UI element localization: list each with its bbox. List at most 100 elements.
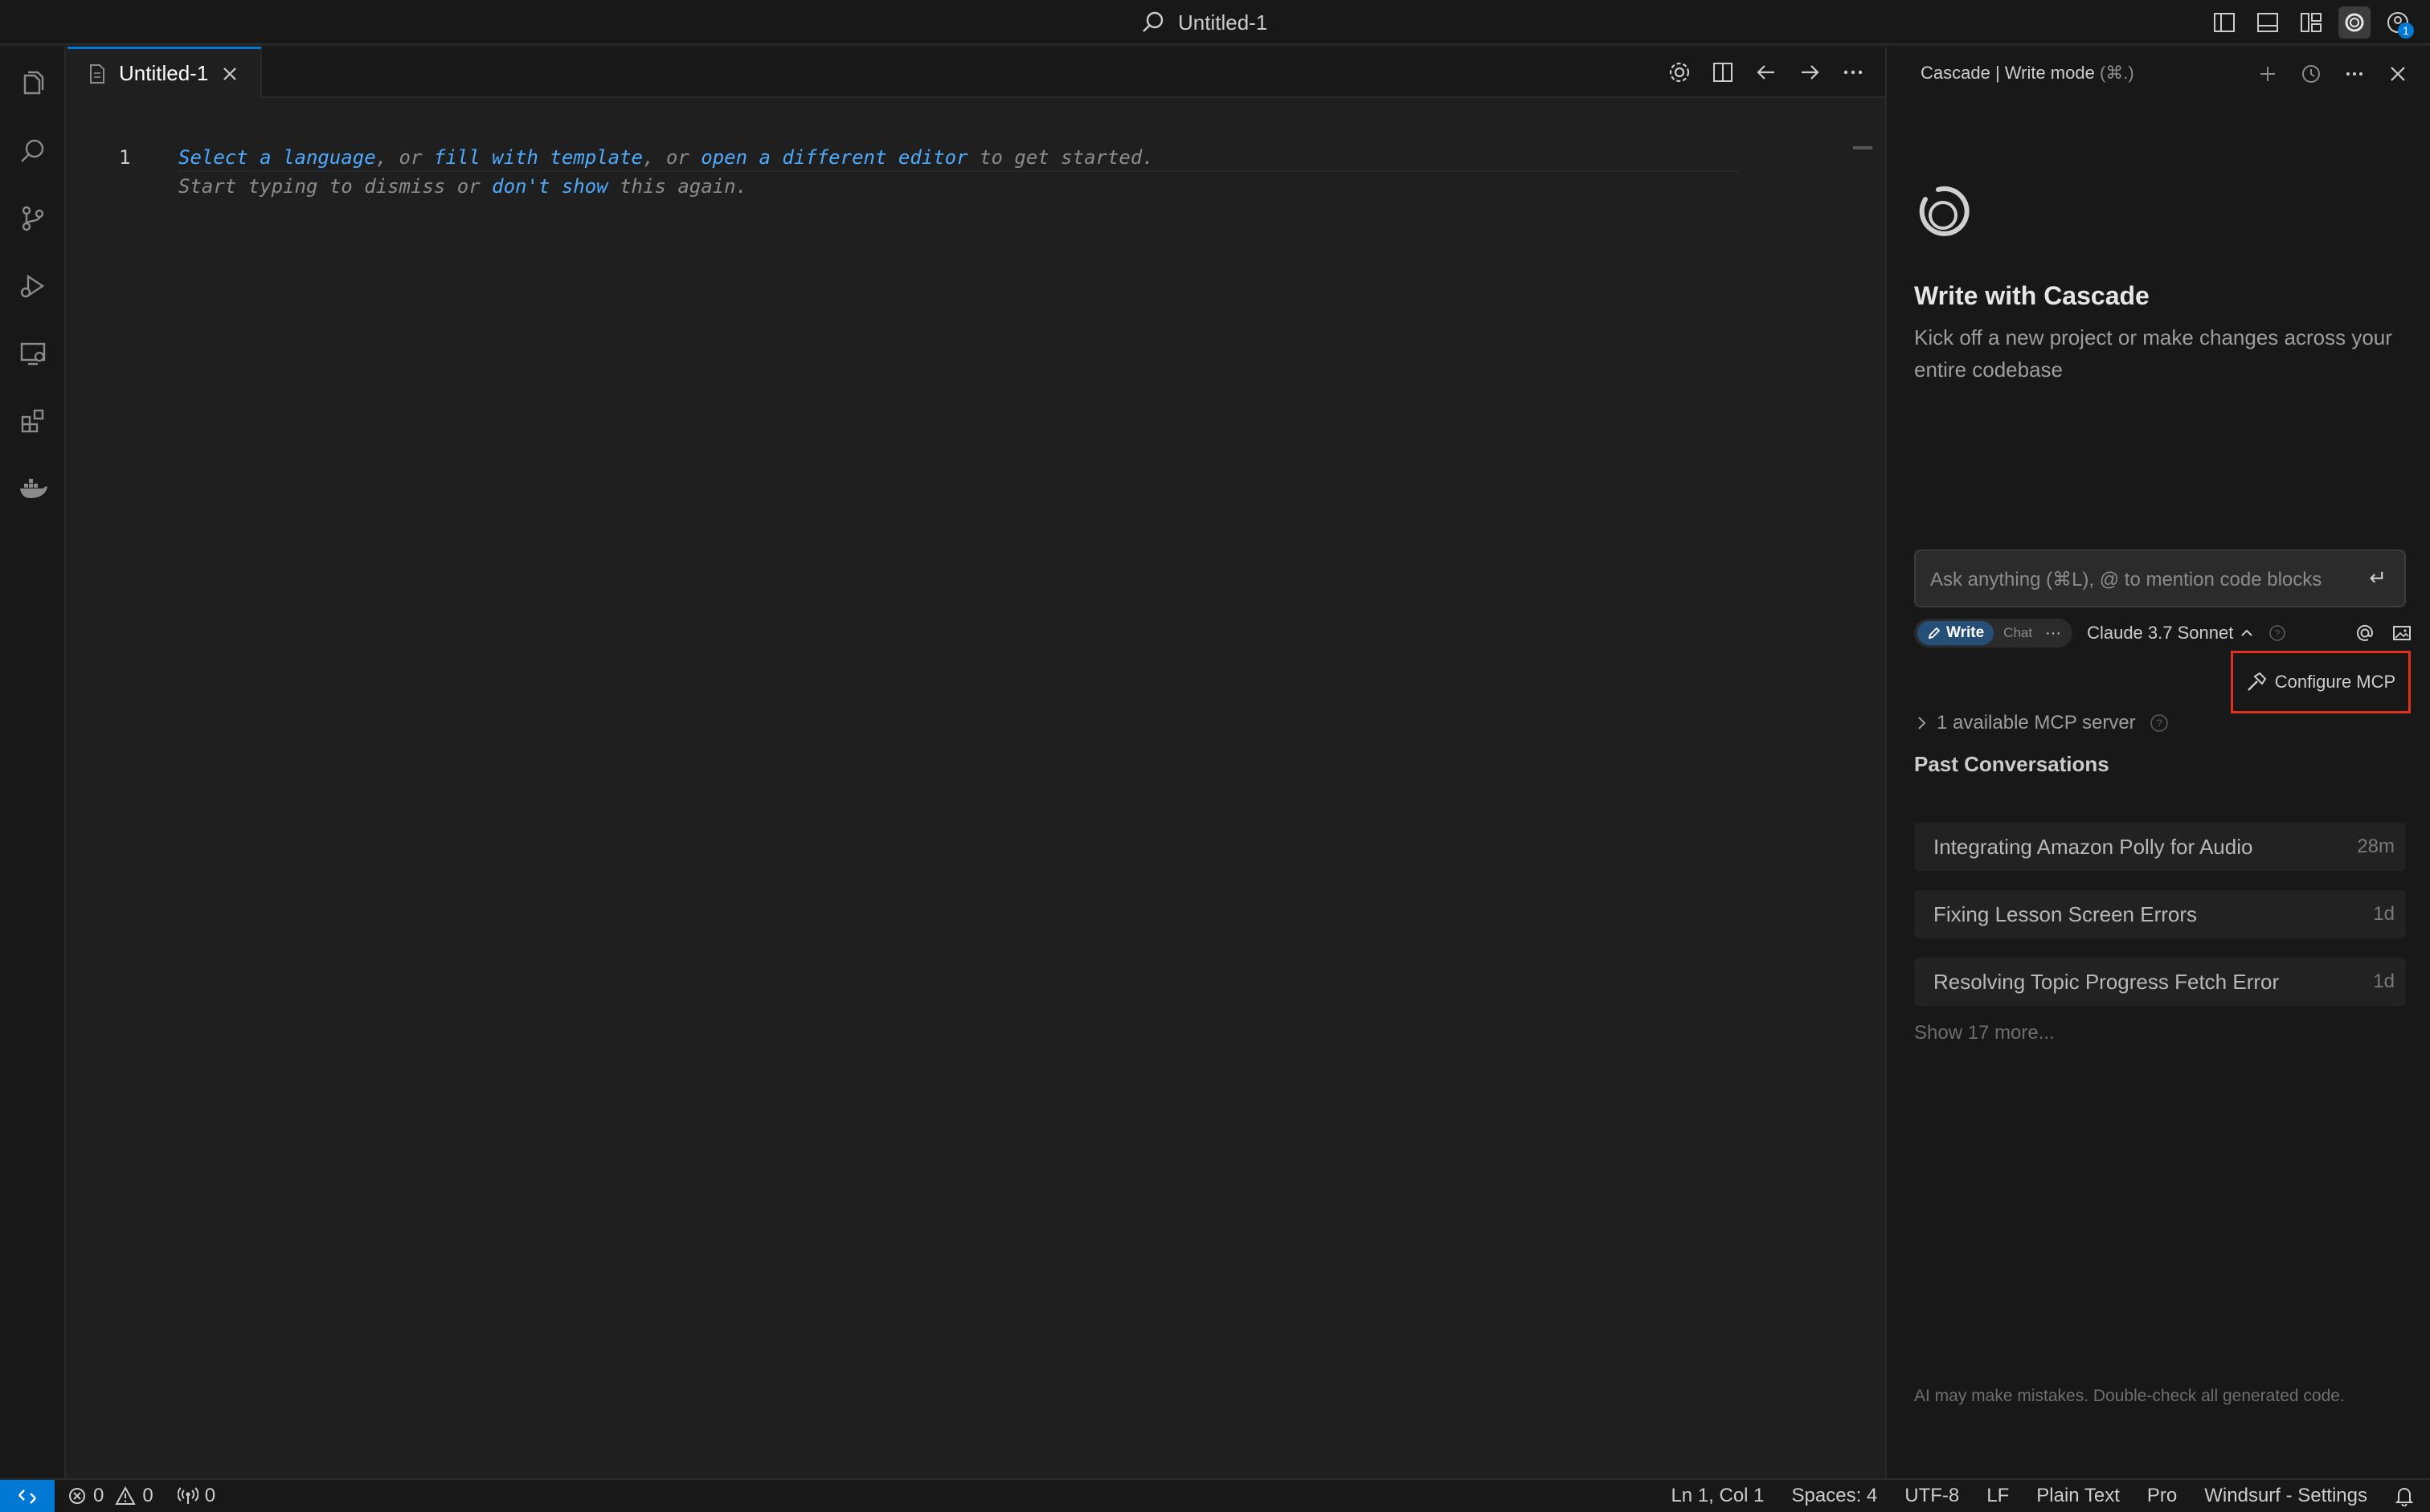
remote-explorer-icon[interactable] — [17, 337, 49, 370]
conversation-item[interactable]: Resolving Topic Progress Fetch Error 1d — [1914, 958, 2406, 1006]
settings-gear-icon[interactable] — [1663, 56, 1696, 88]
conversation-title: Integrating Amazon Polly for Audio — [1933, 834, 2253, 859]
title-bar: Untitled-1 1 — [0, 0, 2430, 45]
arrow-right-icon[interactable] — [1794, 56, 1826, 88]
editor-area: Untitled-1 1 Select a language, or fill — [68, 47, 1885, 1478]
hint-text: , or — [375, 146, 434, 169]
plan-indicator[interactable]: Pro — [2147, 1485, 2177, 1507]
history-icon[interactable] — [2295, 58, 2327, 90]
cascade-toggle-icon[interactable] — [2338, 6, 2371, 39]
error-count: 0 — [93, 1485, 104, 1506]
conversation-title: Fixing Lesson Screen Errors — [1933, 901, 2198, 926]
svg-text:?: ? — [2156, 717, 2162, 729]
activity-bar — [0, 47, 66, 1478]
conversation-item[interactable]: Integrating Amazon Polly for Audio 28m — [1914, 823, 2406, 871]
configure-mcp-button[interactable]: Configure MCP — [2231, 651, 2411, 713]
panel-header: Cascade | Write mode (⌘.) — [1921, 63, 2134, 84]
conversation-age: 28m — [2357, 836, 2395, 857]
ask-input[interactable] — [1930, 566, 2348, 595]
error-icon — [69, 1488, 85, 1504]
extensions-icon[interactable] — [17, 405, 49, 437]
new-conversation-icon[interactable] — [2252, 58, 2284, 90]
docker-icon[interactable] — [17, 472, 49, 505]
tab-untitled-1[interactable]: Untitled-1 — [68, 47, 262, 98]
configure-mcp-label: Configure MCP — [2274, 672, 2396, 692]
run-debug-icon[interactable] — [17, 270, 49, 302]
show-more-link[interactable]: Show 17 more... — [1914, 1022, 2055, 1044]
search-icon — [1143, 11, 1164, 32]
ask-box: ↵ — [1914, 550, 2406, 607]
select-language-link[interactable]: Select a language — [178, 146, 376, 169]
cursor-position[interactable]: Ln 1, Col 1 — [1671, 1485, 1764, 1507]
window-title: Untitled-1 — [1178, 10, 1268, 35]
bell-icon[interactable] — [2395, 1485, 2414, 1506]
submit-enter-icon[interactable]: ↵ — [2369, 566, 2387, 590]
file-icon — [90, 63, 104, 84]
hero-title: Write with Cascade — [1914, 281, 2150, 310]
tab-bar: Untitled-1 — [68, 47, 1885, 98]
toggle-primary-sidebar-icon[interactable] — [2208, 6, 2240, 39]
mention-at-icon[interactable] — [2354, 623, 2375, 644]
language-mode[interactable]: Plain Text — [2036, 1485, 2120, 1507]
current-line-highlight — [178, 170, 1737, 172]
panel-shortcut: (⌘.) — [2099, 63, 2134, 83]
image-upload-icon[interactable] — [2391, 623, 2412, 644]
end-of-line[interactable]: LF — [1986, 1485, 2009, 1507]
close-panel-icon[interactable] — [2382, 58, 2414, 90]
minimap-indicator — [1853, 146, 1872, 149]
svg-text:?: ? — [2275, 628, 2281, 640]
broadcast-icon — [177, 1487, 198, 1504]
mode-more-icon[interactable]: ··· — [2042, 624, 2069, 643]
mcp-server-row[interactable]: 1 available MCP server ? — [1914, 712, 2170, 734]
more-options-icon[interactable] — [2338, 58, 2371, 90]
help-icon[interactable]: ? — [2149, 713, 2170, 734]
hammer-icon — [2247, 672, 2267, 691]
hint-text: , or — [642, 146, 702, 169]
write-mode-button[interactable]: Write — [1917, 621, 1994, 645]
warning-icon — [115, 1486, 137, 1505]
past-conversations-title: Past Conversations — [1914, 752, 2109, 776]
write-mode-label: Write — [1946, 624, 1985, 641]
more-actions-icon[interactable] — [1837, 56, 1869, 88]
explorer-icon[interactable] — [17, 67, 49, 100]
warning-count: 0 — [142, 1485, 153, 1506]
search-icon[interactable] — [17, 135, 49, 167]
mcp-available-label: 1 available MCP server — [1937, 712, 2136, 734]
remote-indicator-icon[interactable] — [0, 1480, 55, 1512]
hero-subtitle: Kick off a new project or make changes a… — [1914, 325, 2392, 382]
cascade-panel: Cascade | Write mode (⌘.) Write with Cas… — [1885, 47, 2430, 1478]
hint-text: to get started. — [968, 146, 1154, 169]
empty-editor-hint-line-1: Select a language, or fill with template… — [178, 146, 1154, 169]
fill-template-link[interactable]: fill with template — [434, 146, 643, 169]
split-editor-icon[interactable] — [1707, 56, 1739, 88]
source-control-icon[interactable] — [17, 202, 49, 235]
ports-indicator[interactable]: 0 — [177, 1485, 216, 1507]
status-bar: 0 0 0 Ln 1, Col 1 Spaces: 4 UTF-8 LF Pla… — [0, 1478, 2430, 1512]
open-different-editor-link[interactable]: open a different editor — [701, 146, 968, 169]
mode-toggle: Write Chat ··· — [1914, 619, 2073, 648]
command-center[interactable]: Untitled-1 — [1141, 6, 1267, 39]
cascade-logo-icon — [1919, 186, 1970, 236]
problems-indicator[interactable]: 0 0 — [68, 1485, 153, 1507]
account-icon[interactable]: 1 — [2382, 6, 2414, 39]
pencil-icon — [1928, 627, 1941, 640]
indentation[interactable]: Spaces: 4 — [1792, 1485, 1878, 1507]
customize-layout-icon[interactable] — [2295, 6, 2327, 39]
model-selector[interactable]: Claude 3.7 Sonnet ? — [2087, 623, 2286, 644]
chat-mode-button[interactable]: Chat — [1998, 625, 2037, 641]
windsurf-settings[interactable]: Windsurf - Settings — [2204, 1485, 2367, 1507]
dont-show-link[interactable]: don't show — [492, 175, 608, 198]
line-number: 1 — [119, 146, 131, 169]
conversation-age: 1d — [2373, 971, 2395, 992]
conversation-item[interactable]: Fixing Lesson Screen Errors 1d — [1914, 890, 2406, 938]
hint-text: Start typing to dismiss or — [178, 175, 493, 198]
panel-title: Cascade | Write mode — [1921, 63, 2095, 83]
hint-text: this again. — [608, 175, 748, 198]
encoding[interactable]: UTF-8 — [1904, 1485, 1959, 1507]
arrow-left-icon[interactable] — [1750, 56, 1782, 88]
help-icon[interactable]: ? — [2268, 624, 2286, 642]
empty-editor-hint-line-2: Start typing to dismiss or don't show th… — [178, 175, 747, 198]
toggle-panel-icon[interactable] — [2252, 6, 2284, 39]
ports-count: 0 — [204, 1485, 216, 1506]
close-icon[interactable] — [221, 65, 239, 83]
